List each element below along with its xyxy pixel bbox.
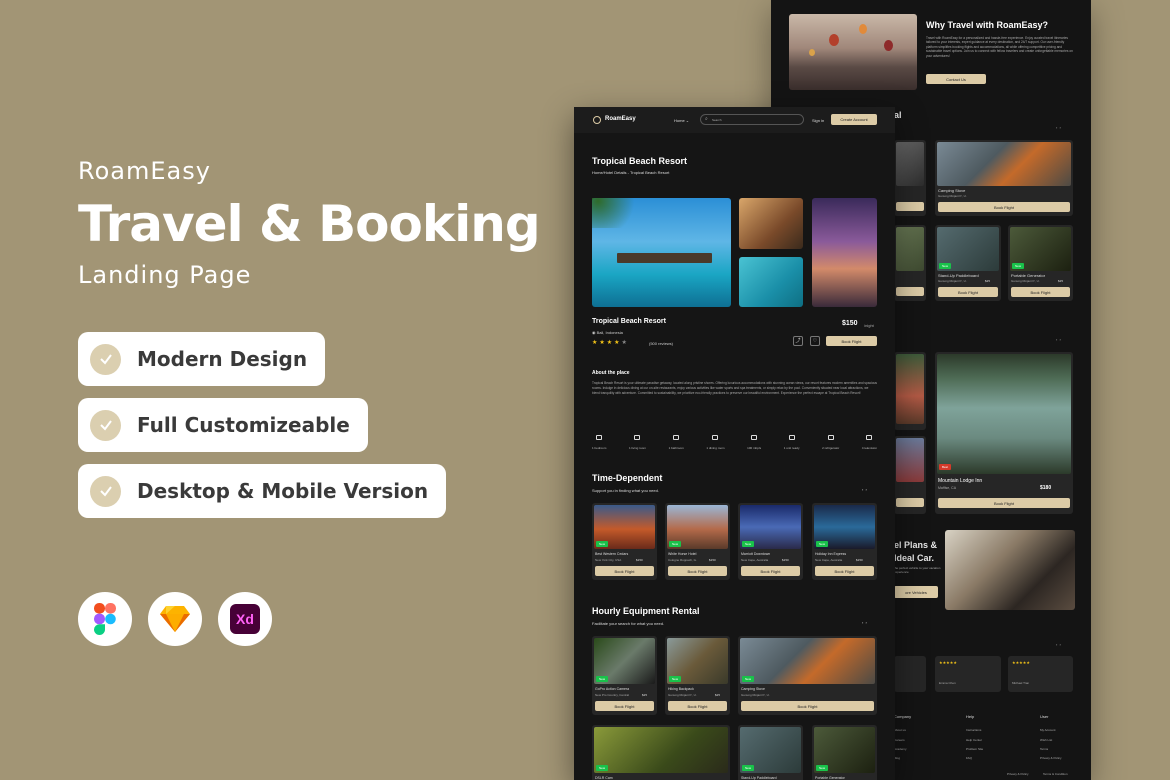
carousel-arrows[interactable]: ‹ › [862,620,867,625]
gallery-sunset-image[interactable] [812,198,877,307]
figma-icon [78,592,132,646]
book-flight-button[interactable]: Book Flight [668,566,727,576]
price-unit: /night [864,323,874,328]
check-icon [90,409,121,441]
bathroom-icon: 1 bathroom [669,435,684,450]
search-input[interactable]: ⌕ Search [700,114,804,125]
equipment-card[interactable]: New DSLR Cam [592,725,730,780]
search-icon: ⌕ [705,116,708,122]
review-card: ★★★★★ Emma Chen [935,656,1001,692]
review-count[interactable]: (500 reviews) [649,341,673,346]
card-partial[interactable] [894,140,926,216]
bedroom-icon: 1 bedroom [592,435,606,450]
gallery-main-image[interactable] [592,198,731,307]
feature-pill-customizable: Full Customizeable [78,398,368,452]
carousel-arrows[interactable]: ‹ › [862,487,867,492]
heart-icon[interactable]: ♡ [810,336,820,346]
logo-text[interactable]: RoamEasy [605,116,636,122]
car-image [945,530,1075,610]
gallery-room-image[interactable] [739,198,803,249]
unit-icon: 1 unit ready [784,435,799,450]
book-flight-button[interactable]: Book Flight [815,566,874,576]
card-paddleboard[interactable]: New Stand-Up Paddleboard Gunung Rinjani … [935,225,1001,301]
review-card [894,656,926,692]
nav-home[interactable]: Home ⌄ [674,118,689,123]
section-heading-fragment: al [894,110,902,120]
hotel-card[interactable]: New White Horse Hotel Cologne Ruppach, G… [665,503,730,580]
why-text: Travel with RoamEasy for a personalized … [926,36,1073,58]
signin-link[interactable]: Sign in [812,118,824,123]
television-icon: 4 television [862,435,877,450]
about-title: About the place [592,370,630,376]
breadcrumb[interactable]: Home/Hotel Details - Tropical Beach Reso… [592,170,669,175]
book-flight-button[interactable]: Book Flight [595,701,654,711]
hero-subtitle: Landing Page [78,261,252,289]
feature-pill-modern: Modern Design [78,332,326,386]
book-flight-button[interactable]: Book Flight [595,566,654,576]
book-flight-button[interactable]: Book Flight [668,701,727,711]
logo-icon [593,116,601,124]
page-title: Tropical Beach Resort [592,156,688,166]
carousel-arrows[interactable]: ‹ › [1056,337,1061,342]
section-subtitle-time: Support you in finding what you need. [592,488,659,493]
book-flight-button[interactable]: Book Flight [741,566,800,576]
book-flight-button[interactable]: Book Flight [938,202,1070,212]
card-partial[interactable] [894,352,926,430]
dining-room-icon: 1 dining room [706,435,725,450]
xd-icon: Xd [218,592,272,646]
section-title-equipment: Hourly Equipment Rental [592,606,700,616]
resort-price: $150 [842,320,858,327]
hero-title: Travel & Booking [78,195,541,253]
equipment-card[interactable]: New Stand-Up Paddleboard [738,725,803,780]
book-flight-button[interactable]: Book Flight [741,701,874,711]
gallery-pool-image[interactable] [739,257,803,307]
review-card: ★★★★★ Michael Tran [1008,656,1073,692]
resort-location: ◉ Bali, Indonesia [592,330,623,335]
carousel-arrows[interactable]: ‹ › [1056,125,1061,130]
feature-label: Desktop & Mobile Version [137,479,429,503]
card-partial[interactable] [894,225,926,301]
wifi-icon: 100 mbp/s [747,435,761,450]
feature-pill-responsive: Desktop & Mobile Version [78,464,447,518]
rent-button[interactable]: ore Vehicles [894,586,938,598]
book-flight-button[interactable]: Book Flight [826,336,877,346]
check-icon [90,475,121,507]
share-icon[interactable]: ⤴ [793,336,803,346]
card-camping-stove[interactable]: Camping Stove Gunung Rinjani P., U. Book… [935,140,1073,216]
resort-name: Tropical Beach Resort [592,318,666,325]
card-mountain-lodge[interactable]: Best Mountain Lodge Inn Mafflse, CA $180… [935,352,1073,514]
check-icon [90,343,121,375]
why-title: Why Travel with RoamEasy? [926,20,1049,30]
section-subtitle-equipment: Facilitate your search for what you need… [592,621,665,626]
equipment-card[interactable]: New GoPro Action Camera New Pro Country,… [592,636,657,715]
contact-button[interactable]: Contact Us [926,74,986,84]
rating-stars: ★★★★★ [592,340,629,346]
card-generator[interactable]: New Portable Generator Gunung Rinjani P.… [1008,225,1073,301]
carousel-arrows[interactable]: ‹ › [1056,642,1061,647]
equipment-card[interactable]: New Hiking Backpack Gunung Rinjani P., U… [665,636,730,715]
amenities-row: 1 bedroom 1 living room 1 bathroom 1 din… [592,435,877,450]
living-room-icon: 1 living room [629,435,646,450]
book-flight-button[interactable]: Book Flight [938,498,1070,508]
equipment-card[interactable]: New Portable Generator [812,725,877,780]
brand-name: RoamEasy [78,157,211,185]
hotel-card[interactable]: New Marriott Downtown New Cape, Australi… [738,503,803,580]
refrigerator-icon: 2 refrigerator [822,435,839,450]
hotel-card[interactable]: New Best Western Cedars New York City, U… [592,503,657,580]
create-account-button[interactable]: Create Account [831,114,877,125]
section-title-time: Time-Dependent [592,473,663,483]
sketch-icon [148,592,202,646]
about-text: Tropical Beach Resort is your ultimate p… [592,381,878,395]
book-flight-button[interactable]: Book Flight [1011,287,1070,297]
front-screen: RoamEasy Home ⌄ ⌕ Search Sign in Create … [574,107,895,780]
card-partial[interactable] [894,436,926,514]
balloons-image [789,14,917,90]
feature-label: Modern Design [137,347,308,371]
hotel-card[interactable]: New Holiday Inn Express New Cape, Austra… [812,503,877,580]
feature-label: Full Customizeable [137,413,350,437]
book-flight-button[interactable]: Book Flight [938,287,998,297]
equipment-card[interactable]: New Camping Stove Gunung Rinjani P., U. … [738,636,877,715]
